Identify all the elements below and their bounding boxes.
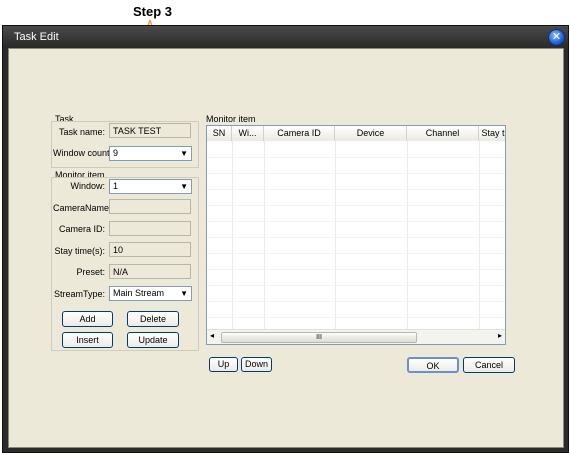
stream-type-select[interactable]: Main Stream ▼ — [109, 286, 192, 301]
task-name-field[interactable]: TASK TEST — [109, 123, 191, 138]
table-row-line — [207, 189, 505, 190]
window-count-label: Window count: — [53, 148, 113, 158]
table-row-line — [207, 173, 505, 174]
table-row-line — [207, 253, 505, 254]
dropdown-arrow-icon: ▼ — [180, 149, 188, 158]
title-bar: Task Edit ✕ — [3, 26, 568, 48]
up-button[interactable]: Up — [209, 357, 238, 372]
preset-field[interactable]: N/A — [109, 264, 191, 279]
table-row-line — [207, 269, 505, 270]
stream-type-label: StreamType: — [53, 289, 105, 299]
cancel-button[interactable]: Cancel — [463, 357, 515, 373]
task-edit-dialog: Task Edit ✕ Task Task name: TASK TEST Wi… — [2, 25, 569, 453]
update-button[interactable]: Update — [127, 332, 179, 348]
camera-id-field[interactable] — [109, 221, 191, 236]
table-row-line — [207, 317, 505, 318]
preset-label: Preset: — [76, 267, 105, 277]
monitor-table-title: Monitor item — [206, 114, 256, 124]
window-select[interactable]: 1 ▼ — [109, 179, 192, 194]
dropdown-arrow-icon: ▼ — [180, 182, 188, 191]
window-title: Task Edit — [14, 31, 59, 43]
scroll-left-icon[interactable]: ◂ — [210, 331, 214, 340]
dropdown-arrow-icon: ▼ — [180, 289, 188, 298]
table-row-line — [207, 205, 505, 206]
scroll-thumb[interactable]: III — [221, 332, 417, 343]
monitor-item-table[interactable]: SN Wi... Camera ID Device Channel Stay t… — [206, 125, 506, 345]
column-header-window[interactable]: Wi... — [232, 126, 264, 141]
column-header-stay-time[interactable]: Stay t — [479, 126, 505, 141]
camera-name-field[interactable] — [109, 199, 191, 214]
table-row-line — [207, 285, 505, 286]
dialog-client-area: Task Task name: TASK TEST Window count: … — [8, 48, 564, 448]
stay-time-field[interactable]: 10 — [109, 242, 191, 257]
column-header-device[interactable]: Device — [335, 126, 407, 141]
window-label: Window: — [70, 181, 105, 191]
column-header-channel[interactable]: Channel — [407, 126, 479, 141]
table-row-line — [207, 221, 505, 222]
column-header-sn[interactable]: SN — [207, 126, 232, 141]
camera-id-label: Camera ID: — [58, 224, 105, 234]
window-value: 1 — [113, 181, 119, 191]
add-button[interactable]: Add — [62, 311, 113, 327]
insert-button[interactable]: Insert — [62, 332, 113, 348]
close-icon[interactable]: ✕ — [548, 29, 565, 46]
scroll-right-icon[interactable]: ▸ — [498, 331, 502, 340]
task-name-label: Task name: — [58, 127, 105, 137]
window-count-select[interactable]: 9 ▼ — [109, 146, 192, 161]
delete-button[interactable]: Delete — [127, 311, 179, 327]
horizontal-scrollbar[interactable]: ◂ III ▸ — [207, 329, 505, 344]
down-button[interactable]: Down — [241, 357, 272, 372]
table-row-line — [207, 237, 505, 238]
stay-time-label: Stay time(s): — [54, 246, 105, 256]
table-row-line — [207, 301, 505, 302]
table-row-line — [207, 157, 505, 158]
ok-button[interactable]: OK — [407, 357, 459, 373]
camera-name-label: CameraName: — [53, 203, 112, 213]
stream-type-value: Main Stream — [113, 288, 165, 298]
column-header-camera-id[interactable]: Camera ID — [264, 126, 335, 141]
window-count-value: 9 — [113, 148, 119, 158]
